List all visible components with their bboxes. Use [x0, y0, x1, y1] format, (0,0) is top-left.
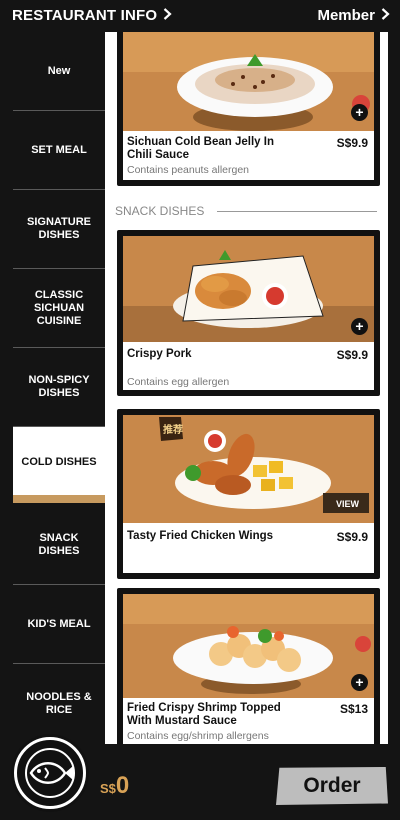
dish-allergen: Contains egg allergen: [127, 376, 230, 388]
sidebar-item-label: NON-SPICY DISHES: [28, 374, 90, 399]
dish-price: S$13: [339, 702, 368, 716]
chevron-right-icon: [381, 7, 390, 24]
restaurant-logo: [14, 737, 86, 809]
add-to-cart-button[interactable]: +: [351, 674, 368, 691]
sidebar-item-label: SNACK DISHES: [38, 531, 80, 557]
dish-price: S$9.9: [336, 530, 368, 544]
view-button[interactable]: VIEW: [328, 495, 366, 513]
order-button[interactable]: Order: [276, 767, 388, 805]
sidebar-item-signature-dishes[interactable]: SIGNATURE DISHES: [13, 190, 105, 269]
sidebar-item-label: NOODLES & RICE: [26, 691, 92, 716]
sidebar-item-label: KID'S MEAL: [27, 617, 91, 630]
category-sidebar: New SET MEAL SIGNATURE DISHES CLASSIC SI…: [13, 32, 105, 744]
sidebar-item-label: CLASSIC SICHUAN CUISINE: [33, 288, 85, 327]
sidebar-item-noodles-rice[interactable]: NOODLES & RICE: [13, 664, 105, 744]
chevron-right-icon: [163, 7, 172, 24]
dish-name: Sichuan Cold Bean Jelly In Chili Sauce: [127, 136, 274, 161]
section-label: SNACK DISHES: [115, 204, 205, 218]
restaurant-info-link[interactable]: RESTAURANT INFO: [12, 7, 172, 24]
sidebar-item-label: SIGNATURE DISHES: [27, 216, 91, 241]
cart-total: S$0: [100, 772, 129, 800]
dish-allergen: Contains peanuts allergen: [127, 164, 250, 176]
add-to-cart-button[interactable]: +: [351, 104, 368, 121]
section-header: SNACK DISHES: [115, 204, 377, 218]
dish-name: Crispy Pork: [127, 348, 192, 360]
sidebar-item-new[interactable]: New: [13, 32, 105, 111]
sidebar-item-kids-meal[interactable]: KID'S MEAL: [13, 585, 105, 664]
restaurant-info-label: RESTAURANT INFO: [12, 7, 158, 24]
sidebar-item-label: COLD DISHES: [21, 455, 97, 468]
dish-image: [123, 594, 374, 698]
fish-icon: [25, 748, 75, 798]
dish-image: [123, 32, 374, 131]
member-link[interactable]: Member: [317, 7, 390, 24]
dish-price: S$9.9: [336, 136, 368, 150]
total-amount: 0: [115, 772, 130, 799]
dish-allergen: Contains egg/shrimp allergens: [127, 730, 269, 742]
member-label: Member: [317, 7, 375, 24]
menu-item-card[interactable]: + Crispy Pork S$9.9 Contains egg allerge…: [117, 230, 380, 396]
top-bar: RESTAURANT INFO Member: [0, 0, 400, 32]
dish-image: [123, 236, 374, 342]
menu-item-card[interactable]: + Sichuan Cold Bean Jelly In Chili Sauce…: [117, 32, 380, 186]
menu-list[interactable]: + Sichuan Cold Bean Jelly In Chili Sauce…: [105, 32, 388, 744]
sidebar-item-cold-dishes[interactable]: COLD DISHES: [13, 427, 105, 503]
dish-price: S$9.9: [336, 348, 368, 362]
sidebar-item-label: SET MEAL: [31, 143, 87, 156]
menu-item-card[interactable]: + Fried Crispy Shrimp Topped With Mustar…: [117, 588, 380, 744]
scroll-track[interactable]: [388, 32, 400, 744]
currency-label: S$: [100, 781, 116, 796]
sidebar-item-classic-sichuan-cuisine[interactable]: CLASSIC SICHUAN CUISINE: [13, 269, 105, 348]
dish-name: Fried Crispy Shrimp Topped With Mustard …: [127, 702, 281, 727]
sidebar-item-non-spicy-dishes[interactable]: NON-SPICY DISHES: [13, 348, 105, 427]
sidebar-item-label: New: [47, 64, 71, 77]
menu-item-card[interactable]: 推荐 VIEW Tasty Fried Chicken Wings S$9.9: [117, 409, 380, 579]
recommend-badge: 推荐: [163, 425, 183, 436]
add-to-cart-button[interactable]: +: [351, 318, 368, 335]
dish-name: Tasty Fried Chicken Wings: [127, 530, 274, 542]
sidebar-item-snack-dishes[interactable]: SNACK DISHES: [13, 505, 105, 585]
sidebar-item-set-meal[interactable]: SET MEAL: [13, 111, 105, 190]
divider: [217, 211, 377, 212]
